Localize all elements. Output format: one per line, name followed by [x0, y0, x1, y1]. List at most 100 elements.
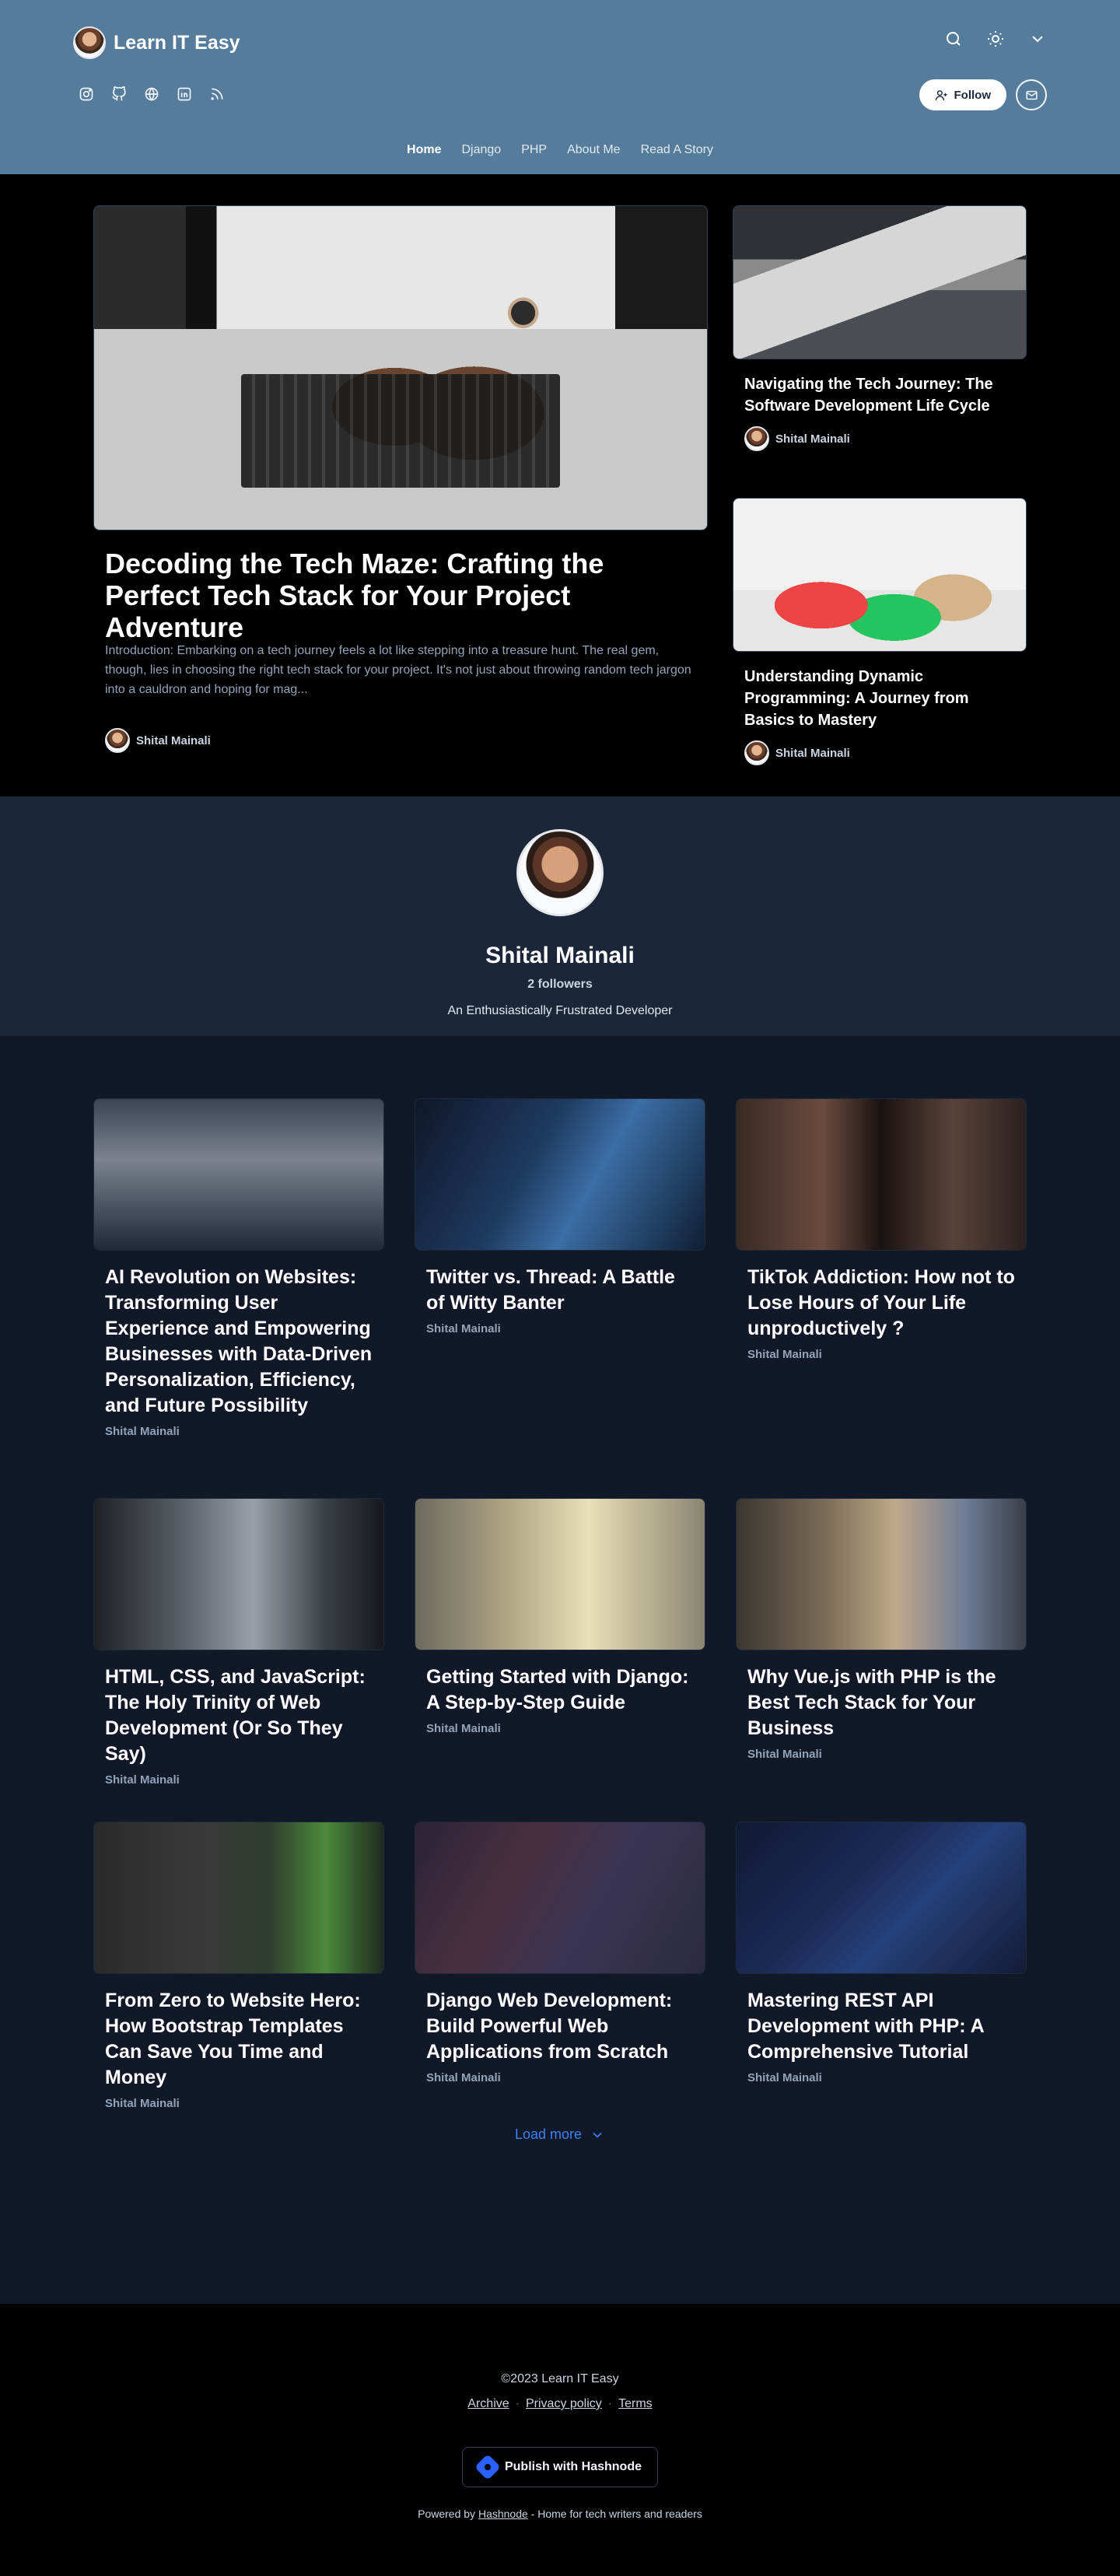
rss-icon[interactable]	[208, 86, 226, 103]
chevron-down-icon[interactable]	[1028, 30, 1047, 52]
nav-item-django[interactable]: Django	[451, 143, 511, 157]
post-cover[interactable]	[415, 1822, 705, 1974]
post-card[interactable]: Django Web Development: Build Powerful W…	[415, 1822, 705, 2084]
search-icon[interactable]	[944, 30, 963, 52]
post-title[interactable]: Why Vue.js with PHP is the Best Tech Sta…	[747, 1664, 1015, 1741]
footer-link-archive[interactable]: Archive	[467, 2397, 509, 2411]
featured-post-cover[interactable]	[93, 205, 708, 530]
post-author[interactable]: Shital Mainali	[747, 1348, 1027, 1361]
featured-post-excerpt[interactable]: Introduction: Embarking on a tech journe…	[105, 641, 692, 699]
post-cover[interactable]	[415, 1498, 705, 1650]
post-cover[interactable]	[736, 1098, 1027, 1251]
load-more-button[interactable]: Load more	[0, 2126, 1120, 2143]
globe-icon[interactable]	[143, 86, 160, 103]
avatar	[105, 728, 130, 753]
post-title[interactable]: Django Web Development: Build Powerful W…	[426, 1988, 694, 2065]
post-title[interactable]: TikTok Addiction: How not to Lose Hours …	[747, 1265, 1015, 1342]
newsletter-button[interactable]	[1016, 79, 1047, 110]
post-title[interactable]: Getting Started with Django: A Step-by-S…	[426, 1664, 694, 1716]
author-name: Shital Mainali	[136, 733, 211, 747]
nav-item-php[interactable]: PHP	[511, 143, 557, 157]
post-cover[interactable]	[93, 1098, 384, 1251]
post-card[interactable]: Mastering REST API Development with PHP:…	[736, 1822, 1027, 2084]
social-links	[78, 86, 226, 103]
post-title[interactable]: Twitter vs. Thread: A Battle of Witty Ba…	[426, 1265, 694, 1316]
separator: ·	[607, 2397, 613, 2410]
side-post-cover[interactable]	[733, 498, 1027, 652]
post-title[interactable]: From Zero to Website Hero: How Bootstrap…	[105, 1988, 373, 2091]
follow-label: Follow	[954, 88, 992, 102]
sun-icon[interactable]	[986, 30, 1005, 52]
follow-button[interactable]: Follow	[919, 79, 1006, 110]
brand-avatar	[73, 26, 106, 59]
hashnode-logo-icon	[474, 2454, 501, 2480]
load-more-label: Load more	[514, 2126, 583, 2142]
separator: ·	[515, 2397, 520, 2410]
post-card[interactable]: Getting Started with Django: A Step-by-S…	[415, 1498, 705, 1735]
nav-item-read-a-story[interactable]: Read A Story	[631, 143, 723, 157]
hashnode-link[interactable]: Hashnode	[478, 2508, 528, 2520]
post-card[interactable]: AI Revolution on Websites: Transforming …	[93, 1098, 384, 1438]
laptop-keyboard-graphic	[241, 374, 560, 488]
post-author[interactable]: Shital Mainali	[105, 1425, 384, 1438]
post-author[interactable]: Shital Mainali	[105, 1773, 384, 1787]
side-post-author[interactable]: Shital Mainali	[744, 740, 1027, 765]
header-tools	[944, 30, 1047, 52]
post-cover[interactable]	[415, 1098, 705, 1251]
copyright: ©2023 Learn IT Easy	[501, 2372, 619, 2385]
post-author[interactable]: Shital Mainali	[426, 2071, 705, 2084]
post-card[interactable]: HTML, CSS, and JavaScript: The Holy Trin…	[93, 1498, 384, 1787]
featured-section: Decoding the Tech Maze: Crafting the Per…	[0, 174, 1120, 796]
post-card[interactable]: Why Vue.js with PHP is the Best Tech Sta…	[736, 1498, 1027, 1761]
site-footer: ©2023 Learn IT Easy Archive · Privacy po…	[0, 2304, 1120, 2576]
nav-item-home[interactable]: Home	[397, 143, 451, 157]
footer-link-terms[interactable]: Terms	[618, 2397, 653, 2411]
side-post-card[interactable]: Understanding Dynamic Programming: A Jou…	[733, 498, 1027, 765]
avatar	[744, 426, 769, 451]
post-title[interactable]: Mastering REST API Development with PHP:…	[747, 1988, 1015, 2065]
instagram-icon[interactable]	[78, 86, 95, 103]
featured-post-author[interactable]: Shital Mainali	[105, 728, 211, 753]
mail-icon	[1025, 90, 1038, 100]
powered-by: Powered by Hashnode - Home for tech writ…	[0, 2508, 1120, 2520]
post-cover[interactable]	[93, 1822, 384, 1974]
post-cover[interactable]	[736, 1498, 1027, 1650]
publish-label: Publish with Hashnode	[504, 2460, 642, 2473]
post-card[interactable]: Twitter vs. Thread: A Battle of Witty Ba…	[415, 1098, 705, 1335]
github-icon[interactable]	[110, 86, 128, 103]
chevron-down-icon	[593, 2132, 602, 2138]
side-post-cover[interactable]	[733, 205, 1027, 359]
post-card[interactable]: From Zero to Website Hero: How Bootstrap…	[93, 1822, 384, 2110]
linkedin-icon[interactable]	[176, 86, 193, 103]
post-cover[interactable]	[93, 1498, 384, 1650]
site-header: Learn IT Easy Follow Home Django PHP Abo…	[0, 0, 1120, 174]
post-author[interactable]: Shital Mainali	[426, 1722, 705, 1735]
post-author[interactable]: Shital Mainali	[426, 1322, 705, 1335]
post-title[interactable]: AI Revolution on Websites: Transforming …	[105, 1265, 373, 1419]
publish-with-hashnode-button[interactable]: Publish with Hashnode	[462, 2447, 658, 2487]
brand[interactable]: Learn IT Easy	[73, 26, 240, 59]
post-author[interactable]: Shital Mainali	[105, 2097, 384, 2110]
post-card[interactable]: TikTok Addiction: How not to Lose Hours …	[736, 1098, 1027, 1361]
side-post-title[interactable]: Navigating the Tech Journey: The Softwar…	[744, 373, 1015, 417]
author-profile: Shital Mainali 2 followers An Enthusiast…	[0, 796, 1120, 1036]
footer-link-privacy-policy[interactable]: Privacy policy	[526, 2397, 602, 2411]
profile-followers[interactable]: 2 followers	[0, 978, 1120, 992]
avatar	[744, 740, 769, 765]
post-cover[interactable]	[736, 1822, 1027, 1974]
author-name: Shital Mainali	[775, 432, 850, 446]
profile-avatar[interactable]	[516, 829, 604, 916]
post-author[interactable]: Shital Mainali	[747, 1748, 1027, 1761]
nav-item-about-me[interactable]: About Me	[557, 143, 630, 157]
author-name: Shital Mainali	[775, 746, 850, 760]
post-author[interactable]: Shital Mainali	[747, 2071, 1027, 2084]
follow-group: Follow	[919, 79, 1047, 110]
post-title[interactable]: HTML, CSS, and JavaScript: The Holy Trin…	[105, 1664, 373, 1767]
brand-name[interactable]: Learn IT Easy	[114, 32, 240, 54]
side-post-card[interactable]: Navigating the Tech Journey: The Softwar…	[733, 205, 1027, 451]
side-post-author[interactable]: Shital Mainali	[744, 426, 1027, 451]
side-post-title[interactable]: Understanding Dynamic Programming: A Jou…	[744, 666, 1015, 731]
user-plus-icon	[935, 89, 947, 100]
profile-name[interactable]: Shital Mainali	[0, 943, 1120, 969]
featured-post-title[interactable]: Decoding the Tech Maze: Crafting the Per…	[105, 548, 696, 643]
